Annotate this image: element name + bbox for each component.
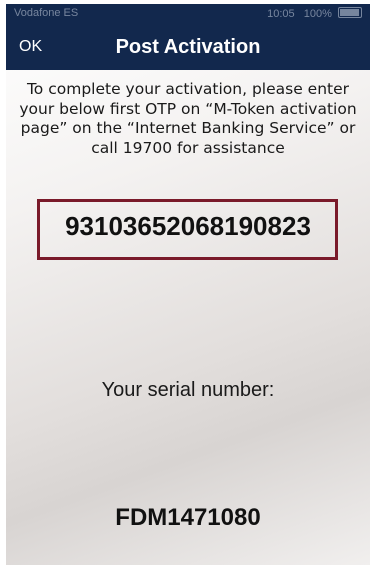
serial-number-label: Your serial number: (101, 379, 275, 401)
activation-instructions: To complete your activation, please ente… (19, 80, 357, 157)
carrier-label: Vodafone ES (14, 7, 79, 19)
status-bar: Vodafone ES 10:05 100% (6, 4, 370, 24)
page-title: Post Activation (115, 36, 261, 58)
app-screen: Vodafone ES 10:05 100% OK Post Activatio… (6, 4, 370, 565)
serial-number-value: FDM1471080 (115, 504, 261, 531)
status-time: 10:05 (267, 8, 295, 20)
otp-code: 93103652068190823 (65, 211, 311, 241)
battery-percent: 100% (303, 8, 332, 20)
navigation-bar: OK Post Activation (6, 24, 370, 70)
status-right: 10:05 100% (267, 7, 362, 20)
battery-icon (338, 7, 362, 18)
